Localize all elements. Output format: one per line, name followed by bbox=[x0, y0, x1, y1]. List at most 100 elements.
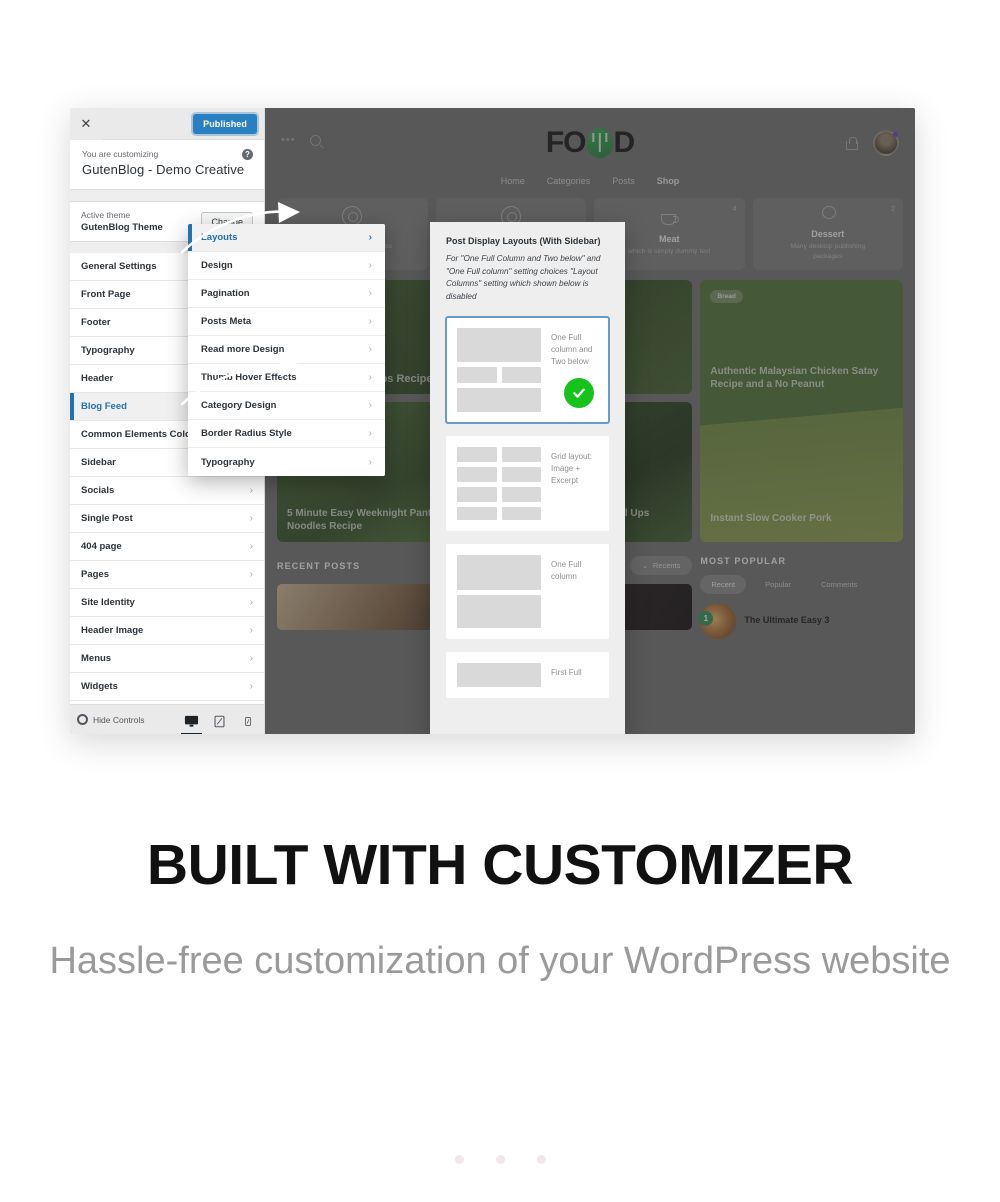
category-desc: Many desktop publishing packages bbox=[790, 243, 866, 260]
carousel-dot[interactable] bbox=[454, 1155, 464, 1164]
popular-list-item[interactable]: 1 The Ultimate Easy 3 bbox=[698, 603, 903, 639]
submenu-item-border-radius-style[interactable]: Border Radius Style › bbox=[188, 420, 385, 448]
submenu-label: Layouts bbox=[201, 232, 238, 243]
device-mobile-button[interactable] bbox=[240, 711, 255, 729]
tab-recent[interactable]: Recent bbox=[700, 575, 747, 594]
layout-thumb bbox=[457, 327, 541, 412]
collapse-icon bbox=[77, 714, 88, 725]
chevron-right-icon: › bbox=[368, 428, 372, 439]
submenu-item-read-more-design[interactable]: Read more Design › bbox=[188, 336, 385, 364]
submenu-item-design[interactable]: Design › bbox=[188, 252, 385, 280]
layouts-panel-description: For "One Full Column and Two below" and … bbox=[446, 254, 601, 302]
header-right-tools bbox=[845, 130, 899, 156]
post-title: Instant Slow Cooker Pork bbox=[710, 513, 832, 525]
cup-icon bbox=[659, 211, 680, 231]
post-title: Authentic Malaysian Chicken Satay Recipe… bbox=[710, 366, 879, 391]
panel-info: You are customizing GutenBlog - Demo Cre… bbox=[70, 140, 264, 190]
chevron-right-icon: › bbox=[368, 400, 372, 411]
menu-label: Common Elements Colors bbox=[81, 429, 200, 440]
nav-item-posts[interactable]: Posts bbox=[612, 176, 635, 186]
menu-label: Single Post bbox=[81, 513, 133, 524]
thumb-block bbox=[457, 327, 541, 362]
published-button[interactable]: Published bbox=[194, 114, 256, 133]
site-nav: Home Categories Posts Shop bbox=[265, 176, 915, 186]
submenu-item-category-design[interactable]: Category Design › bbox=[188, 392, 385, 420]
submenu-label: Typography bbox=[201, 456, 255, 468]
layout-option-label: First Full bbox=[551, 667, 582, 677]
sidebar-item-single-post[interactable]: Single Post › bbox=[70, 505, 264, 533]
device-tablet-button[interactable] bbox=[212, 711, 227, 729]
post-card-tall[interactable]: Bread Authentic Malaysian Chicken Satay … bbox=[700, 280, 903, 542]
ellipsis-icon[interactable]: ••• bbox=[281, 134, 296, 146]
section-title: MOST POPULAR bbox=[700, 556, 787, 566]
layout-thumb bbox=[457, 446, 541, 520]
chevron-right-icon: › bbox=[368, 260, 372, 271]
submenu-label: Posts Meta bbox=[201, 316, 252, 327]
submenu-item-pagination[interactable]: Pagination › bbox=[188, 280, 385, 308]
help-icon[interactable]: ? bbox=[242, 149, 253, 160]
layout-option-one-full-and-two-below[interactable]: One Full column and Two below bbox=[446, 316, 609, 423]
nav-item-home[interactable]: Home bbox=[501, 176, 525, 186]
cart-icon[interactable] bbox=[845, 136, 858, 150]
chevron-down-icon: ⌄ bbox=[641, 562, 648, 570]
menu-label: Blog Feed bbox=[81, 401, 127, 412]
nav-item-categories[interactable]: Categories bbox=[547, 176, 591, 186]
submenu-label: Read more Design bbox=[201, 344, 285, 355]
sidebar-item-404-page[interactable]: 404 page › bbox=[70, 533, 264, 561]
thumb-block bbox=[457, 594, 541, 628]
post-chip[interactable]: Bread bbox=[710, 290, 743, 303]
layout-thumb bbox=[457, 554, 541, 628]
thumb-block bbox=[457, 554, 541, 590]
chevron-right-icon: › bbox=[249, 513, 253, 524]
layout-option-label: One Full column bbox=[551, 559, 582, 581]
tab-popular[interactable]: Popular bbox=[754, 575, 802, 594]
layout-option-first-full[interactable]: First Full bbox=[446, 651, 609, 698]
page-root: ••• FO D Home Categories Posts Shop 4 Me… bbox=[0, 0, 1000, 1202]
sidebar-item-widgets[interactable]: Widgets › bbox=[70, 673, 264, 701]
site-header: ••• FO D bbox=[265, 108, 915, 174]
header-left-tools: ••• bbox=[281, 134, 321, 146]
hide-controls-label: Hide Controls bbox=[93, 714, 145, 725]
sidebar-item-header-image[interactable]: Header Image › bbox=[70, 617, 264, 645]
thumb-block bbox=[457, 662, 541, 687]
hide-controls-button[interactable]: Hide Controls bbox=[77, 714, 145, 725]
avatar[interactable] bbox=[873, 130, 899, 156]
device-desktop-button[interactable] bbox=[181, 711, 202, 734]
post-grid-right: Bread Authentic Malaysian Chicken Satay … bbox=[700, 280, 903, 542]
tab-comments[interactable]: Comments bbox=[810, 575, 868, 594]
layout-option-grid-image-excerpt[interactable]: Grid layout: Image + Excerpt bbox=[446, 435, 609, 531]
site-logo[interactable]: FO D bbox=[546, 126, 635, 160]
recents-filter-label: Recents bbox=[652, 561, 681, 570]
menu-label: Header Image bbox=[81, 625, 144, 636]
carousel-dot[interactable] bbox=[495, 1155, 505, 1164]
close-icon[interactable]: ✕ bbox=[70, 108, 102, 140]
chevron-right-icon: › bbox=[368, 288, 372, 299]
sidebar-item-pages[interactable]: Pages › bbox=[70, 561, 264, 589]
recents-filter[interactable]: ⌄ Recents bbox=[629, 556, 693, 575]
submenu-item-layouts[interactable]: Layouts › bbox=[188, 224, 385, 252]
check-icon bbox=[564, 377, 594, 408]
sidebar-item-socials[interactable]: Socials › bbox=[70, 477, 264, 505]
section-title: RECENT POSTS bbox=[277, 560, 361, 571]
layout-option-one-full-column[interactable]: One Full column bbox=[446, 543, 609, 639]
site-title: GutenBlog - Demo Creative bbox=[82, 162, 245, 177]
carousel-dot[interactable] bbox=[536, 1155, 546, 1164]
category-card-dessert[interactable]: 2 Dessert Many desktop publishing packag… bbox=[752, 198, 903, 270]
sidebar-item-menus[interactable]: Menus › bbox=[70, 645, 264, 673]
nav-item-shop[interactable]: Shop bbox=[657, 176, 680, 186]
chevron-right-icon: › bbox=[249, 625, 253, 636]
most-popular-header: MOST POPULAR bbox=[700, 556, 903, 566]
leaf-fork-icon bbox=[586, 128, 613, 158]
page-subtitle: Hassle-free customization of your WordPr… bbox=[49, 940, 951, 982]
submenu-item-typography[interactable]: Typography › bbox=[188, 448, 385, 476]
submenu-item-thumb-hover-effects[interactable]: Thumb Hover Effects › bbox=[188, 364, 385, 392]
panel-spacer bbox=[70, 190, 264, 201]
chevron-right-icon: › bbox=[249, 597, 253, 608]
chevron-right-icon: › bbox=[249, 653, 253, 664]
panel-footer: Hide Controls bbox=[70, 704, 264, 734]
search-icon[interactable] bbox=[309, 134, 321, 146]
submenu-item-posts-meta[interactable]: Posts Meta › bbox=[188, 308, 385, 336]
layout-thumb bbox=[457, 662, 541, 687]
category-desc: which is simply dummy text bbox=[628, 248, 711, 256]
sidebar-item-site-identity[interactable]: Site Identity › bbox=[70, 589, 264, 617]
